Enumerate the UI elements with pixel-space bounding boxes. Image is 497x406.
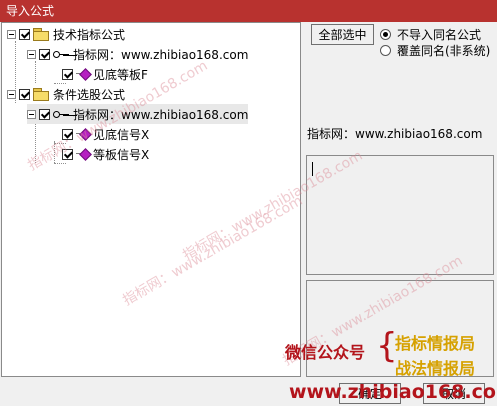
formula-label: 见底等板F xyxy=(93,67,148,82)
collapse-icon[interactable] xyxy=(27,109,36,119)
formula-description-box[interactable] xyxy=(306,155,494,275)
formula-label: 等板信号X xyxy=(93,147,150,162)
formula-checkbox[interactable] xyxy=(62,128,73,140)
option-no-import-same-name[interactable]: 不导入同名公式 xyxy=(380,26,481,42)
folder-icon xyxy=(33,88,49,101)
formula-label: 见底信号X xyxy=(93,127,150,142)
title-bar: 导入公式 xyxy=(0,0,497,22)
formula-icon xyxy=(76,69,90,79)
source-checkbox[interactable] xyxy=(39,108,50,120)
group-checkbox[interactable] xyxy=(19,88,30,100)
tree-node-source[interactable]: 指标网：www.zhibiao168.com xyxy=(27,44,248,64)
window-title: 导入公式 xyxy=(6,4,55,18)
collapse-icon[interactable] xyxy=(7,89,16,99)
tree-node-formula[interactable]: 见底等板F xyxy=(62,64,148,84)
group-label: 技术指标公式 xyxy=(53,27,126,42)
formula-source-info: 指标网：www.zhibiao168.com xyxy=(307,127,483,141)
tree-node-group-screening[interactable]: 条件选股公式 xyxy=(7,84,125,104)
text-caret xyxy=(312,162,313,176)
tree-node-formula[interactable]: 见底信号X xyxy=(62,124,149,144)
group-label: 条件选股公式 xyxy=(53,87,126,102)
tree-connector xyxy=(54,141,55,163)
formula-icon xyxy=(76,149,90,159)
group-checkbox[interactable] xyxy=(19,28,30,40)
collapse-icon[interactable] xyxy=(7,29,16,39)
source-label: 指标网：www.zhibiao168.com xyxy=(73,107,249,122)
option-label: 覆盖同名(非系统) xyxy=(397,43,491,58)
tree-connector xyxy=(35,121,36,163)
wechat-account-2: 战法情报局 xyxy=(395,359,476,378)
site-url: www.zhibiao168.com xyxy=(289,381,497,403)
folder-icon xyxy=(33,28,49,41)
collapse-icon[interactable] xyxy=(27,49,36,59)
formula-tree[interactable]: 技术指标公式 指标网：www.zhibiao168.com 见底等板F 条件选股… xyxy=(1,22,301,377)
wechat-label: 微信公众号 xyxy=(285,343,366,362)
formula-checkbox[interactable] xyxy=(62,148,73,160)
tree-connector xyxy=(35,61,36,83)
option-label: 不导入同名公式 xyxy=(397,27,482,42)
select-all-button[interactable]: 全部选中 xyxy=(311,24,374,45)
option-overwrite-same-name[interactable]: 覆盖同名(非系统) xyxy=(380,42,490,58)
wechat-account-1: 指标情报局 xyxy=(395,334,476,353)
formula-checkbox[interactable] xyxy=(62,68,73,80)
key-icon xyxy=(53,109,71,119)
source-checkbox[interactable] xyxy=(39,48,50,60)
key-icon xyxy=(53,49,71,59)
radio-icon[interactable] xyxy=(380,28,391,40)
tree-node-group-technical[interactable]: 技术指标公式 xyxy=(7,24,125,44)
tree-node-formula[interactable]: 等板信号X xyxy=(62,144,149,164)
formula-icon xyxy=(76,129,90,139)
radio-icon[interactable] xyxy=(380,44,391,56)
tree-node-source[interactable]: 指标网：www.zhibiao168.com xyxy=(27,104,249,124)
source-label: 指标网：www.zhibiao168.com xyxy=(73,47,249,62)
